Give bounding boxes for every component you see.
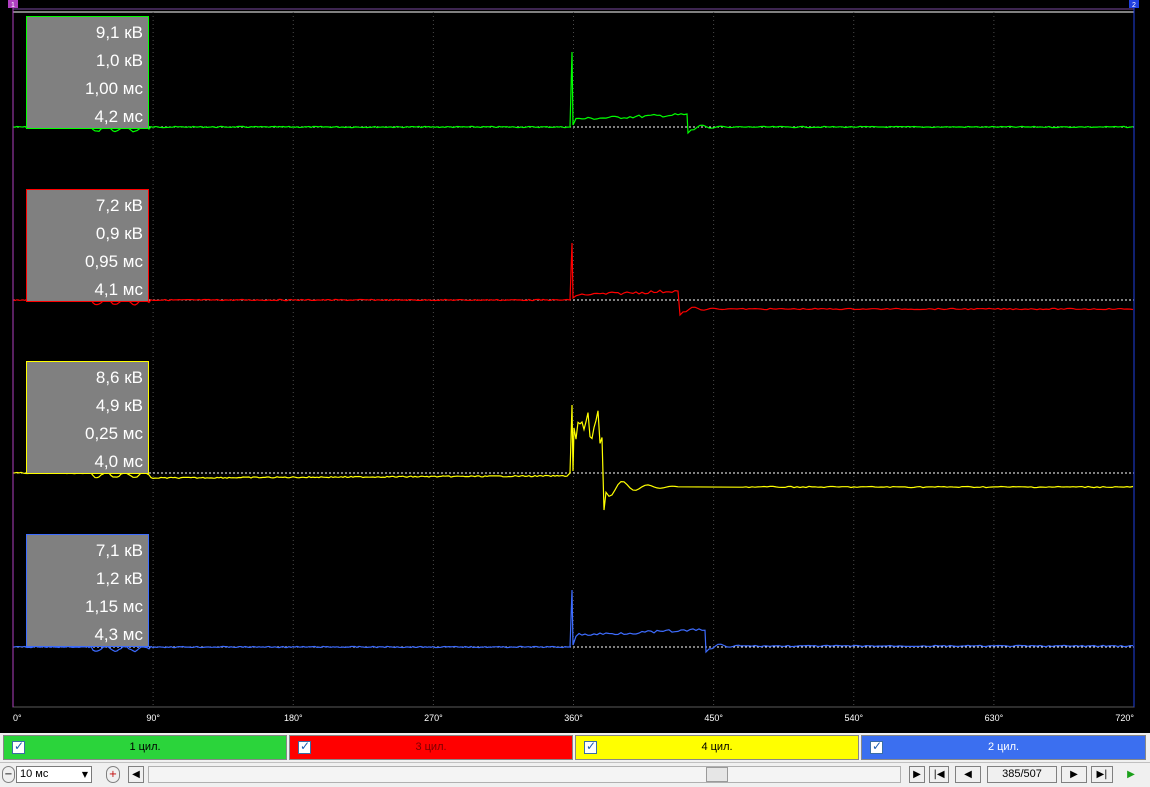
timeline-scrollbar[interactable] (148, 766, 901, 783)
peak-voltage: 7,1 кВ (95, 541, 143, 560)
angle-tick-label: 180° (284, 713, 303, 723)
zoom-out-icon[interactable]: − (2, 766, 15, 783)
scroll-left-button[interactable]: ◀ (128, 766, 144, 783)
waveform-trace (12, 589, 1133, 654)
channel-tab-label: 3 цил. (415, 741, 447, 753)
scrollbar-thumb[interactable] (706, 767, 728, 782)
last-frame-button[interactable]: ▶| (1091, 766, 1113, 783)
channel-3-readout: 7,2 кВ 0,9 кВ 0,95 мс 4,1 мс (26, 189, 149, 302)
cursor-label: 1 (11, 2, 15, 9)
burn-voltage: 0,9 кВ (95, 224, 143, 243)
cursor-label: 2 (1132, 2, 1136, 9)
burn-time: 0,25 мс (85, 424, 143, 443)
burn-voltage: 1,2 кВ (95, 569, 143, 588)
angle-tick-label: 90° (146, 713, 160, 723)
peak-voltage: 9,1 кВ (95, 23, 143, 42)
angle-tick-label: 450° (704, 713, 723, 723)
dwell-time: 4,2 мс (94, 107, 143, 126)
waveform-canvas[interactable]: 0° 90° 180° 270° 360° 450° 540° 630° 720° 1 2 (0, 0, 1150, 733)
dwell-time: 4,1 мс (94, 280, 143, 299)
angle-tick-label: 270° (424, 713, 443, 723)
channel-4-readout: 8,6 кВ 4,9 кВ 0,25 мс 4,0 мс (26, 361, 149, 474)
channel-tab-3[interactable]: 3 цил. (289, 735, 573, 760)
angle-tick-label: 360° (564, 713, 583, 723)
burn-voltage: 1,0 кВ (95, 51, 143, 70)
scroll-right-button[interactable]: ▶ (909, 766, 925, 783)
plot-frame (12, 8, 1135, 708)
channel-tab-label: 2 цил. (987, 741, 1020, 753)
angle-tick-label: 0° (13, 713, 22, 723)
peak-voltage: 8,6 кВ (95, 368, 143, 387)
zoom-in-icon[interactable]: + (106, 766, 120, 783)
first-frame-button[interactable]: |◀ (929, 766, 949, 783)
angle-tick-label: 720° (1115, 713, 1134, 723)
previous-frame-button[interactable]: ◀ (955, 766, 981, 783)
grid (12, 8, 1135, 708)
playback-toolbar: − 10 мс ▼ + ◀ ▶ |◀ ◀ 385/507 ▶ ▶| ▶ (0, 762, 1150, 787)
channel-2-readout: 7,1 кВ 1,2 кВ 1,15 мс 4,3 мс (26, 534, 149, 647)
oscilloscope-display[interactable]: 0° 90° 180° 270° 360° 450° 540° 630° 720° 1 2 9,1… (0, 0, 1150, 733)
channel-tab-4[interactable]: 4 цил. (575, 735, 859, 760)
time-scale-value: 10 мс (20, 768, 49, 780)
angle-tick-label: 630° (985, 713, 1004, 723)
channel-tabs: 1 цил. 3 цил. 4 цил. 2 цил. (0, 733, 1150, 762)
channel-1-readout: 9,1 кВ 1,0 кВ 1,00 мс 4,2 мс (26, 16, 149, 129)
angle-axis: 0° 90° 180° 270° 360° 450° 540° 630° 720° (13, 713, 1134, 723)
dwell-time: 4,3 мс (94, 625, 143, 644)
angle-tick-label: 540° (844, 713, 863, 723)
dwell-time: 4,0 мс (94, 452, 143, 471)
channel-tab-label: 1 цил. (129, 741, 161, 753)
burn-time: 0,95 мс (85, 252, 143, 271)
channel-tab-label: 4 цил. (701, 741, 733, 753)
peak-voltage: 7,2 кВ (95, 196, 143, 215)
burn-voltage: 4,9 кВ (95, 396, 143, 415)
time-scale-select[interactable]: 10 мс ▼ (16, 766, 92, 783)
burn-time: 1,00 мс (85, 79, 143, 98)
channel-tab-1[interactable]: 1 цил. (3, 735, 287, 760)
channel-tab-2[interactable]: 2 цил. (861, 735, 1146, 760)
frame-counter: 385/507 (987, 766, 1057, 783)
chevron-down-icon: ▼ (81, 770, 88, 779)
play-button[interactable]: ▶ (1119, 766, 1143, 783)
next-frame-button[interactable]: ▶ (1061, 766, 1087, 783)
burn-time: 1,15 мс (85, 597, 143, 616)
